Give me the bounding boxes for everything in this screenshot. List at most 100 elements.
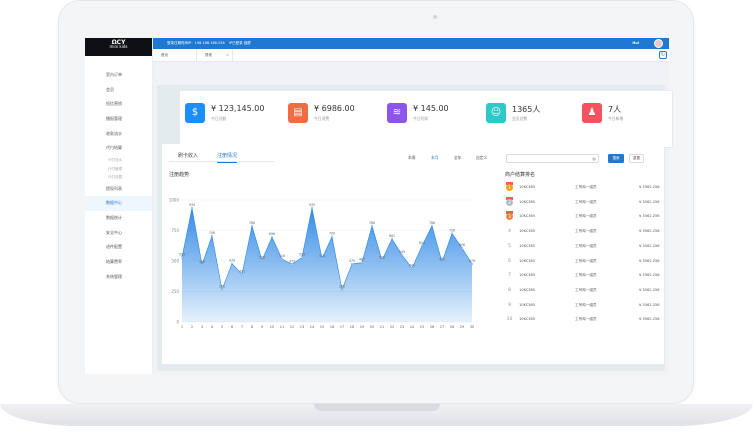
data-label: 706 [209,231,215,235]
data-point [430,224,434,227]
sidebar-item[interactable]: 结算费率 [85,255,152,270]
sidebar-item[interactable]: 短信营销 [85,97,152,112]
sidebar-item[interactable]: 室内订单 [85,68,152,83]
data-label: 606 [459,243,465,247]
settlement-amount: ¥ 3562.256 [639,243,660,248]
x-tick-label: 23 [400,325,405,329]
data-label: 788 [369,221,375,225]
merchant-code: 10KC365 [519,199,536,204]
x-tick-label: 13 [300,325,305,329]
x-tick-label: 10 [270,325,275,329]
stat-value: ¥ 123,145.00 [211,104,265,113]
laptop-notch [314,404,440,411]
rank-number: 5 [508,243,511,249]
stat-value: 1365人 [512,105,541,114]
range-month[interactable]: 本月 [431,155,439,161]
x-tick-label: 7 [241,325,243,329]
tab-card-income[interactable]: 刷卡收入 [178,152,198,159]
area-fill [182,207,472,322]
data-point [410,267,414,270]
merchant-code: 10KC365 [519,273,536,278]
rank-number: 4 [508,229,511,235]
reset-button[interactable]: 重置 [629,154,644,163]
data-label: 516 [279,254,285,258]
data-point [200,263,204,267]
data-label: 935 [309,203,315,207]
ranking-row: 6 10KC365 工号鸡一组员 ¥ 3562.256 [505,255,660,269]
calendar-icon: ▦ [592,156,596,161]
sidebar-item[interactable]: 提现列表 [85,182,152,197]
merchant-name: 工号鸡一组员 [575,199,597,204]
merchant-name: 工号鸡一组员 [575,185,597,189]
x-tick-label: 5 [221,325,223,329]
tab-withdraw[interactable]: 提现 × [197,49,233,61]
sidebar-item[interactable]: 代付管理 [85,165,152,174]
x-tick-label: 16 [330,325,335,329]
merchant-code: 10KC365 [519,185,536,189]
tab-label: 首页 [161,53,168,57]
merchant-code: 10KC365 [519,287,536,292]
x-tick-label: 18 [350,325,355,329]
data-label: 700 [329,232,335,236]
tab-divider [169,161,274,162]
sidebar-item[interactable]: 代付结算 [85,141,152,156]
merchant-name: 工号鸡一组员 [575,317,597,322]
tab-home[interactable]: 首页 [153,49,197,61]
close-icon[interactable]: × [226,49,229,61]
data-point [440,260,444,264]
x-tick-label: 14 [310,325,315,329]
settlement-amount: ¥ 3562.256 [639,302,660,307]
data-label: 506 [259,255,265,259]
range-custom[interactable]: 自定义 [476,155,487,161]
ranking-row: 9 10KC365 工号鸡一组员 ¥ 3562.256 [505,299,660,313]
sidebar-item[interactable]: 数据中心 [85,196,152,211]
x-tick-label: 26 [430,325,435,329]
data-label: 549 [399,250,405,254]
data-point [270,235,274,239]
sidebar-item[interactable]: 代付设置 [85,173,152,182]
sidebar-item[interactable]: 代付流水 [85,156,152,165]
range-year[interactable]: 全年 [454,155,462,161]
merchant-name: 工号鸡一组员 [575,273,597,278]
x-tick-label: 15 [320,325,325,329]
lock-screen-link[interactable]: IP已登录 锁屏 [229,38,251,49]
rank-number: 8 [508,287,511,293]
rank-number: 2 [506,198,513,206]
search-button[interactable]: 搜索 [608,154,624,163]
stat-value: ¥ 6986.00 [314,104,355,113]
date-range-input[interactable]: ▦ [506,154,599,163]
report-card: 刷卡收入 注册情况 本周 本月 全年 自定义 ▦ 搜索 重置 注册趋势 0 250… [162,144,664,364]
sidebar-item[interactable]: 收款流水 [85,127,152,142]
settlement-amount: ¥ 3562.256 [639,258,660,263]
refresh-icon[interactable]: ↻ [659,51,667,59]
sidebar-item[interactable]: 会员 [85,83,152,98]
data-point [240,273,244,276]
username[interactable]: Hui [632,38,639,49]
ranking-row: 2 10KC365 工号鸡一组员 ¥ 3562.256 [505,196,660,210]
stats-card: $ ¥ 123,145.00 今日总额 ▤ ¥ 6986.00 今日消费 ≋ ¥ 145.00… [179,90,673,148]
settlement-amount: ¥ 3562.256 [639,317,660,322]
avatar[interactable] [654,39,663,48]
data-label: 788 [249,221,255,225]
x-tick-label: 28 [450,325,455,329]
data-label: 468 [199,260,205,264]
range-week[interactable]: 本周 [408,155,416,161]
stat-value: ¥ 145.00 [413,104,449,113]
rank-number: 9 [508,302,511,308]
sidebar-item[interactable]: 安全中心 [85,226,152,241]
stat-label: 会员总数 [512,116,528,121]
rank-number: 3 [506,213,513,221]
sidebar-item[interactable]: 数据统计 [85,211,152,226]
sidebar-item[interactable]: 系统管理 [85,270,152,285]
stat-label: 今日利润 [413,116,429,121]
camera-dot [433,15,437,19]
sidebar-item[interactable]: 播报管理 [85,112,152,127]
sidebar-item[interactable]: 进件配置 [85,240,152,255]
x-tick-label: 24 [410,325,415,329]
x-tick-label: 20 [370,325,375,329]
data-point [330,235,334,238]
stat-icon: $ [185,103,205,123]
x-tick-label: 17 [340,325,345,329]
data-label: 487 [359,258,365,262]
data-label: 934 [189,203,195,207]
